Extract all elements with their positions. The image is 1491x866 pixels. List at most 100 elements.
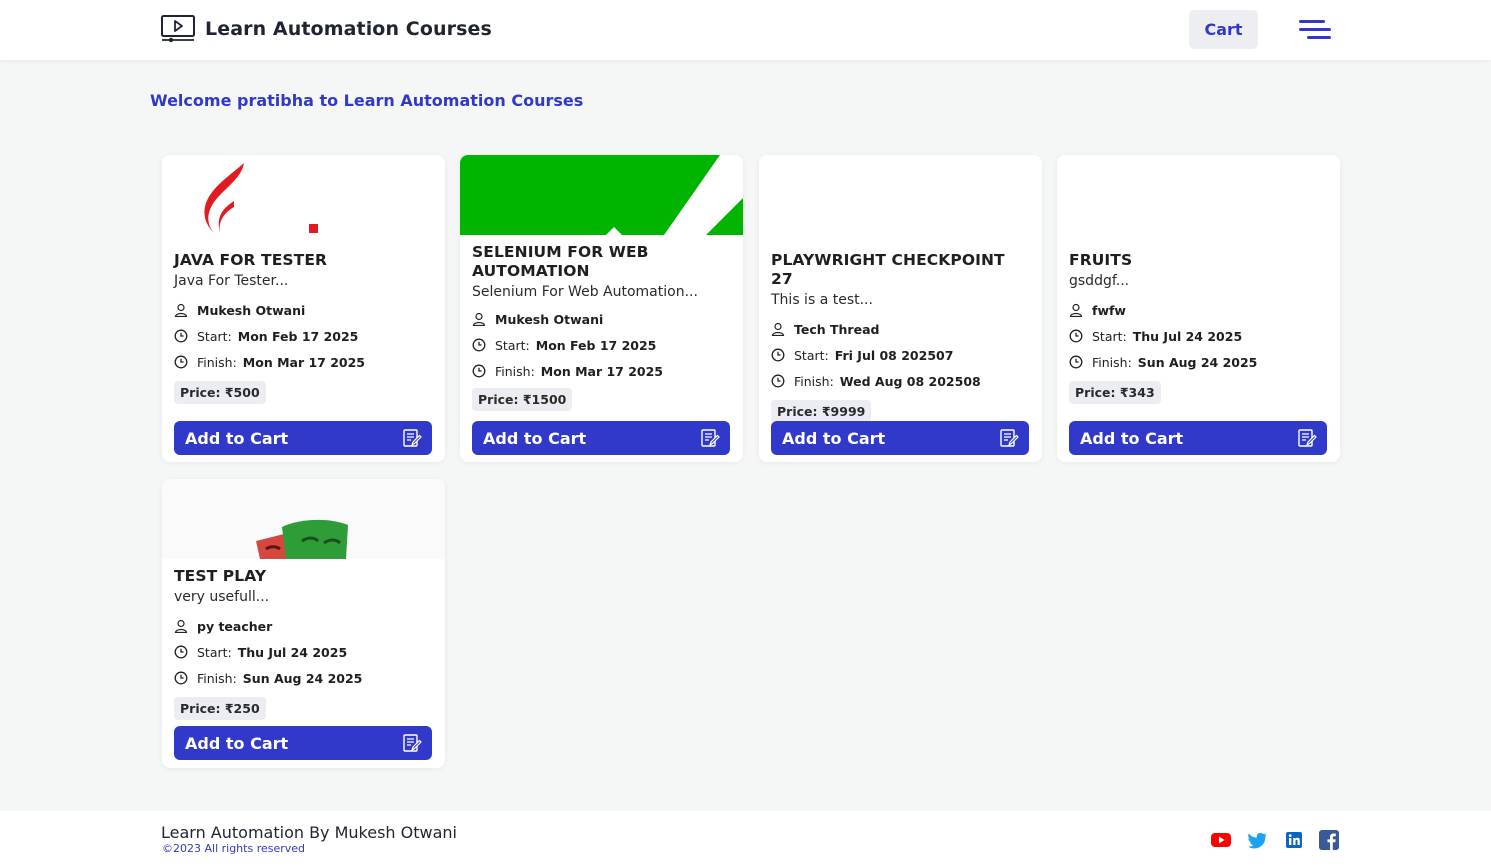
brand[interactable]: Learn Automation Courses [161,14,492,44]
course-image [162,155,445,235]
course-card: FRUITS gsddgf... fwfw Start: Thu Jul 24 … [1057,155,1340,462]
clock-icon [174,355,188,369]
course-image [759,155,1042,235]
course-description: Selenium For Web Automation... [472,284,698,300]
brand-title: Learn Automation Courses [205,18,492,40]
course-start-date: Mon Feb 17 2025 [535,337,657,353]
selenium-banner-image [460,155,743,235]
course-start-row: Start: Mon Feb 17 2025 [174,323,433,349]
course-finish-row: Finish: Sun Aug 24 2025 [174,665,433,691]
course-description: This is a test... [771,292,873,308]
clock-icon [174,329,188,343]
course-image [162,479,445,559]
edit-note-icon [1298,429,1317,447]
hamburger-menu-icon[interactable] [1297,17,1333,43]
start-label: Start: [197,328,232,344]
course-author: Tech Thread [794,321,880,337]
course-title: TEST PLAY [174,567,267,585]
clock-icon [174,671,188,685]
welcome-message: Welcome pratibha to Learn Automation Cou… [150,91,584,110]
course-card: TEST PLAY very usefull... py teacher Sta… [162,479,445,768]
add-to-cart-label: Add to Cart [1080,428,1184,448]
course-finish-date: Sun Aug 24 2025 [242,670,363,686]
clock-icon [174,645,188,659]
footer: Learn Automation By Mukesh Otwani ©2023 … [0,811,1491,866]
twitter-icon[interactable] [1247,830,1267,850]
course-title: FRUITS [1069,251,1133,269]
footer-title: Learn Automation By Mukesh Otwani [161,823,457,842]
add-to-cart-label: Add to Cart [185,428,289,448]
start-label: Start: [197,644,232,660]
course-author-row: py teacher [174,613,433,639]
course-start-date: Thu Jul 24 2025 [237,644,348,660]
course-author: py teacher [197,618,273,634]
course-start-date: Fri Jul 08 202507 [834,347,954,363]
add-to-cart-label: Add to Cart [185,733,289,753]
finish-label: Finish: [495,363,535,379]
clock-icon [771,348,785,362]
add-to-cart-button[interactable]: Add to Cart [771,421,1029,455]
youtube-icon[interactable] [1211,830,1231,850]
user-icon [472,312,486,326]
course-start-date: Mon Feb 17 2025 [237,328,359,344]
user-icon [174,619,188,633]
linkedin-icon[interactable] [1284,830,1304,850]
add-to-cart-button[interactable]: Add to Cart [1069,421,1327,455]
finish-label: Finish: [794,373,834,389]
course-image [1057,155,1340,235]
course-card: JAVA FOR TESTER Java For Tester... Mukes… [162,155,445,462]
course-image [460,155,743,235]
java-logo-icon [204,163,318,233]
add-to-cart-button[interactable]: Add to Cart [472,421,730,455]
course-author-row: fwfw [1069,297,1328,323]
clock-icon [1069,355,1083,369]
edit-note-icon [701,429,720,447]
course-author-row: Tech Thread [771,316,1030,342]
edit-note-icon [1000,429,1019,447]
course-finish-date: Mon Mar 17 2025 [242,354,366,370]
course-card: SELENIUM FOR WEB AUTOMATION Selenium For… [460,155,743,462]
facebook-icon[interactable] [1319,830,1339,850]
playwright-masks-icon [256,519,348,559]
course-start-date: Thu Jul 24 2025 [1132,328,1243,344]
top-navbar: Learn Automation Courses Cart [0,0,1491,60]
finish-label: Finish: [197,670,237,686]
clock-icon [472,364,486,378]
course-finish-row: Finish: Mon Mar 17 2025 [472,358,731,384]
course-description: very usefull... [174,589,270,605]
course-title: PLAYWRIGHT CHECKPOINT 27 [771,251,1005,288]
course-author-row: Mukesh Otwani [472,306,731,332]
clock-icon [1069,329,1083,343]
add-to-cart-button[interactable]: Add to Cart [174,726,432,760]
course-title: SELENIUM FOR WEB AUTOMATION [472,243,649,280]
course-finish-row: Finish: Wed Aug 08 202508 [771,368,1030,394]
course-start-row: Start: Thu Jul 24 2025 [174,639,433,665]
cart-button[interactable]: Cart [1189,10,1258,49]
course-price-badge: Price: ₹250 [174,697,266,720]
course-author: fwfw [1092,302,1126,318]
clock-icon [771,374,785,388]
add-to-cart-label: Add to Cart [483,428,587,448]
add-to-cart-button[interactable]: Add to Cart [174,421,432,455]
course-price-badge: Price: ₹343 [1069,381,1161,404]
course-start-row: Start: Thu Jul 24 2025 [1069,323,1328,349]
course-price-badge: Price: ₹500 [174,381,266,404]
course-finish-date: Sun Aug 24 2025 [1137,354,1258,370]
course-author: Mukesh Otwani [495,311,604,327]
course-title: JAVA FOR TESTER [174,251,328,269]
course-finish-row: Finish: Mon Mar 17 2025 [174,349,433,375]
course-finish-date: Mon Mar 17 2025 [540,363,664,379]
edit-note-icon [403,429,422,447]
clock-icon [472,338,486,352]
video-monitor-icon [161,15,195,43]
course-start-row: Start: Mon Feb 17 2025 [472,332,731,358]
finish-label: Finish: [197,354,237,370]
edit-note-icon [403,734,422,752]
course-description: gsddgf... [1069,273,1130,289]
user-icon [771,322,785,336]
finish-label: Finish: [1092,354,1132,370]
course-price-badge: Price: ₹9999 [771,400,872,423]
course-description: Java For Tester... [174,273,289,289]
course-price-badge: Price: ₹1500 [472,388,573,411]
add-to-cart-label: Add to Cart [782,428,886,448]
